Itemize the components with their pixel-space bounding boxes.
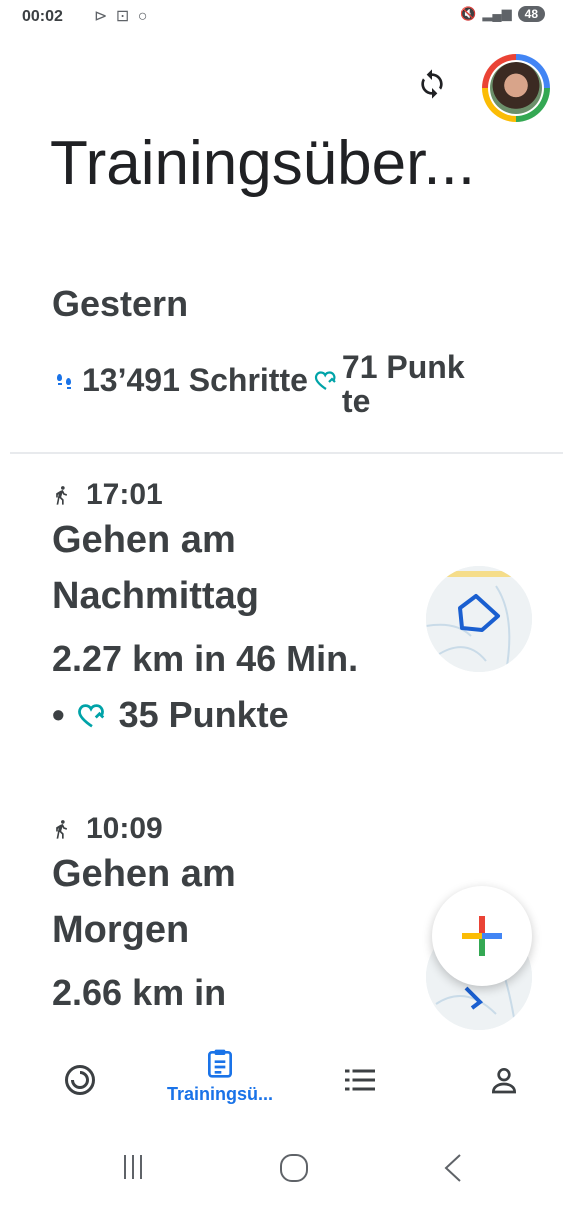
bottom-navigation: Trainingsü... xyxy=(0,1034,563,1130)
footsteps-icon xyxy=(57,373,71,389)
steps-value: 13’491 Schritte xyxy=(82,362,308,398)
nav-home[interactable] xyxy=(50,1034,110,1126)
activity-card[interactable]: 17:01 Gehen am Nachmittag 2.27 km in 46 … xyxy=(52,478,382,736)
activity-name: Gehen am Nachmittag xyxy=(52,519,259,617)
back-chevron-icon xyxy=(444,1154,461,1182)
walking-icon xyxy=(56,486,67,505)
nav-browse[interactable] xyxy=(330,1034,390,1126)
system-navigation-bar xyxy=(0,1130,563,1208)
page-title: Trainingsüber... xyxy=(50,129,476,198)
nav-profile[interactable] xyxy=(474,1034,534,1126)
heart-points-icon xyxy=(77,704,104,728)
activity-points-value: 35 Punkte xyxy=(118,694,289,735)
day-section-title: Gestern xyxy=(52,283,189,324)
steps-summary: 13’491 Schritte xyxy=(52,362,308,399)
walking-icon xyxy=(56,820,67,839)
route-map-icon xyxy=(426,566,532,672)
heart-points-summary: 71 Punk te xyxy=(314,350,492,418)
clipboard-icon xyxy=(208,1049,232,1078)
sync-button[interactable] xyxy=(412,64,452,104)
nav-journal-label: Trainingsü... xyxy=(166,1084,273,1104)
activity-time-row: 10:09 xyxy=(52,812,382,846)
home-circle-icon xyxy=(280,1154,308,1182)
status-system-icons: 🔇 ▂▄▆ 48 xyxy=(460,6,545,22)
avatar-photo xyxy=(490,62,542,114)
day-summary: 13’491 Schritte 71 Punk te xyxy=(52,350,492,418)
account-avatar[interactable] xyxy=(482,54,550,122)
recent-apps-icon xyxy=(124,1155,142,1179)
signal-icon: ▂▄▆ xyxy=(482,6,512,21)
home-button[interactable] xyxy=(278,1152,310,1189)
activity-time-row: 17:01 xyxy=(52,478,382,512)
activity-name: Gehen am Morgen xyxy=(52,853,236,951)
heart-points-icon xyxy=(314,371,336,390)
home-rings-icon xyxy=(65,1065,95,1095)
back-button[interactable] xyxy=(440,1152,466,1189)
plus-icon xyxy=(462,916,502,956)
bullet: • xyxy=(52,694,65,735)
profile-icon xyxy=(491,1068,517,1094)
divider xyxy=(10,452,563,454)
add-activity-button[interactable] xyxy=(432,886,532,986)
activity-card[interactable]: 10:09 Gehen am Morgen 2.66 km in xyxy=(52,812,382,1014)
activity-time: 10:09 xyxy=(86,812,163,845)
nav-journal[interactable]: Trainingsü... xyxy=(140,1046,300,1142)
recent-apps-button[interactable] xyxy=(118,1152,148,1187)
heart-points-value: 71 Punk te xyxy=(341,349,465,419)
sync-icon xyxy=(421,69,443,99)
route-map-thumbnail[interactable] xyxy=(426,566,532,672)
activity-time: 17:01 xyxy=(86,478,163,511)
activity-points: • 35 Punkte xyxy=(52,694,382,736)
status-time: 00:02 xyxy=(22,8,63,25)
list-icon xyxy=(345,1069,375,1091)
mute-icon: 🔇 xyxy=(460,6,477,21)
activity-stats: 2.66 km in xyxy=(52,972,227,1013)
activity-stats: 2.27 km in 46 Min. xyxy=(52,638,359,679)
battery-indicator: 48 xyxy=(517,6,545,22)
status-notification-icons: ⊳ ⊡ ○ xyxy=(94,8,150,25)
